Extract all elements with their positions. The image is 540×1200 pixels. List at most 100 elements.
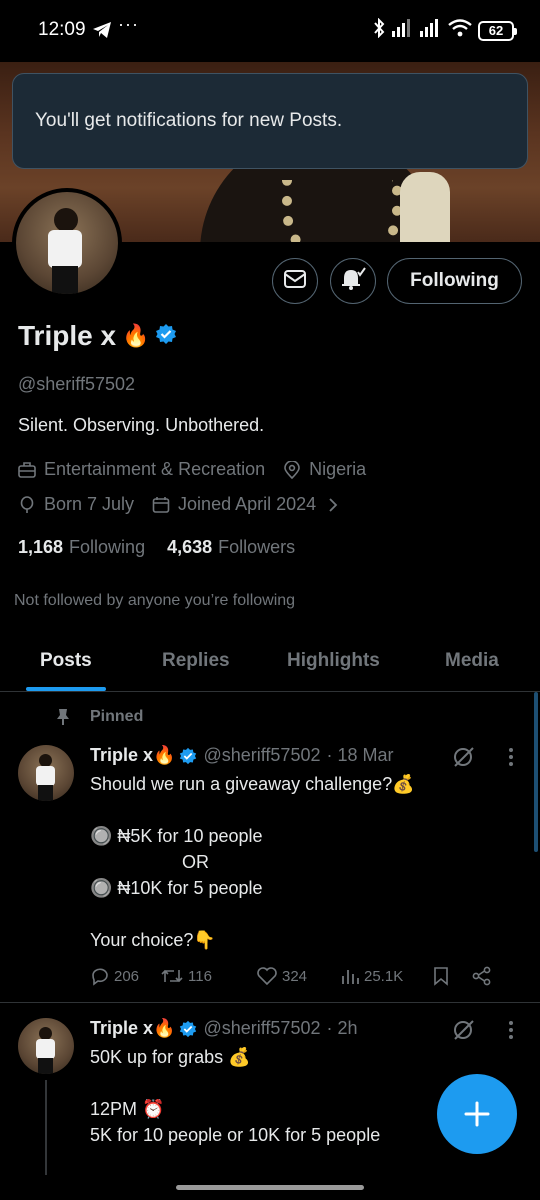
post-line: Should we run a giveaway challenge?💰 [90,774,415,794]
profile-display-name: Triple x [18,320,117,351]
toast-message: You'll get notifications for new Posts. [35,110,343,131]
tab-replies[interactable]: Replies [162,650,230,672]
post-body: Should we run a giveaway challenge?💰 🔘 ₦… [90,771,415,953]
status-more-dots: ··· [118,14,139,34]
category-item: Entertainment & Recreation [18,459,265,480]
location-item: Nigeria [283,459,366,480]
balloon-icon [20,495,34,513]
followers-stat[interactable]: 4,638 Followers [167,537,295,558]
tab-highlights[interactable]: Highlights [287,650,380,672]
born-label: Born 7 July [44,494,135,514]
pinned-label: Pinned [90,708,144,725]
post-line: 5K for 10 people or 10K for 5 people [90,1125,381,1145]
like-icon [257,967,277,986]
profile-meta-row-2: Born 7 July Joined April 2024 [18,494,356,515]
post-name-emoji: 🔥 [153,1018,176,1038]
profile-stats: 1,168 Following 4,638 Followers [18,537,317,558]
battery-icon: 62 [478,20,517,41]
post-author-handle: @sheriff57502 [203,745,321,765]
profile-handle: @sheriff57502 [18,374,136,394]
joined-label: Joined April 2024 [178,494,317,514]
status-icons: 62 [372,17,517,43]
post-line: Your choice?👇 [90,930,216,950]
profile-bio: Silent. Observing. Unbothered. [18,415,265,435]
post-author-name[interactable]: Triple x [90,1018,153,1039]
post-line: 🔘 ₦5K for 10 people [90,826,263,846]
post-author-handle: @sheriff57502 [203,1018,321,1038]
tab-posts[interactable]: Posts [40,650,92,672]
post-actions: 206 116 324 25.1K [90,966,496,986]
post-line [90,1070,380,1096]
signal-icon-2 [420,19,442,42]
reply-button[interactable]: 206 [90,966,160,986]
following-button[interactable]: Following [387,258,522,304]
like-button[interactable]: 324 [256,966,340,986]
category-label: Entertainment & Recreation [44,459,266,479]
profile-meta-row-1: Entertainment & Recreation Nigeria [18,459,384,480]
grok-icon[interactable] [452,745,476,774]
share-button[interactable] [472,966,496,986]
verified-icon [180,747,197,764]
bookmark-icon [434,967,448,986]
signal-icon [392,19,414,42]
mail-icon [283,269,307,294]
joined-item[interactable]: Joined April 2024 [152,494,338,515]
following-stat[interactable]: 1,168 Following [18,537,145,558]
notifications-button[interactable] [330,258,376,304]
verified-icon [180,1020,197,1037]
repost-icon [161,969,183,983]
post-header: Triple x 🔥 @sheriff57502 · 18 Mar [90,745,394,766]
repost-button[interactable]: 116 [160,966,256,986]
share-icon [472,966,491,986]
notification-toast: You'll get notifications for new Posts. [12,73,528,169]
profile-avatar[interactable] [12,188,122,298]
post-line: OR [182,852,209,872]
more-icon[interactable] [508,747,514,772]
location-label: Nigeria [309,459,367,479]
views-icon [342,970,359,984]
post-time: · 18 Mar [326,745,394,765]
post-line: 🔘 ₦10K for 5 people [90,878,263,898]
plus-icon [464,1101,490,1127]
post-line: 12PM ⏰ [90,1099,165,1119]
tab-media[interactable]: Media [445,650,499,672]
bluetooth-icon [372,17,386,43]
bookmark-button[interactable] [432,966,472,986]
reply-icon [92,968,108,986]
views-button[interactable]: 25.1K [340,966,432,986]
name-emoji: 🔥 [122,323,150,348]
thread-line [45,1080,47,1175]
profile-name-row: Triple x 🔥 [18,320,177,352]
post-avatar[interactable] [18,1018,74,1074]
verified-icon[interactable] [155,323,177,350]
not-followed-text: Not followed by anyone you’re following [14,592,296,609]
location-icon [284,460,300,479]
post-header: Triple x 🔥 @sheriff57502 · 2h [90,1018,358,1039]
chevron-right-icon [329,497,338,512]
status-time: 12:09 [38,19,86,40]
calendar-icon [152,496,170,513]
briefcase-icon [18,461,36,478]
post-name-emoji: 🔥 [153,745,176,765]
home-indicator[interactable] [176,1185,364,1190]
post-line [90,901,415,927]
post-line: 50K up for grabs 💰 [90,1047,251,1067]
post-author-name[interactable]: Triple x [90,745,153,766]
post-body: 50K up for grabs 💰 12PM ⏰ 5K for 10 peop… [90,1044,380,1148]
pin-icon [56,708,70,731]
more-icon[interactable] [508,1020,514,1045]
grok-icon[interactable] [452,1018,476,1047]
message-button[interactable] [272,258,318,304]
post-line [90,797,415,823]
post-time: · 2h [326,1018,358,1038]
post-pinned[interactable]: Pinned Triple x 🔥 @sheriff57502 · 18 Mar… [0,693,540,1003]
compose-post-button[interactable] [437,1074,517,1154]
bell-icon [340,266,366,296]
profile-tabs: Posts Replies Highlights Media [0,640,540,692]
post-avatar[interactable] [18,745,74,801]
active-tab-indicator [26,687,106,691]
wifi-icon [448,19,472,42]
born-item: Born 7 July [18,494,134,515]
telegram-icon [92,21,112,44]
status-bar: 12:09 ··· 62 [0,0,540,62]
